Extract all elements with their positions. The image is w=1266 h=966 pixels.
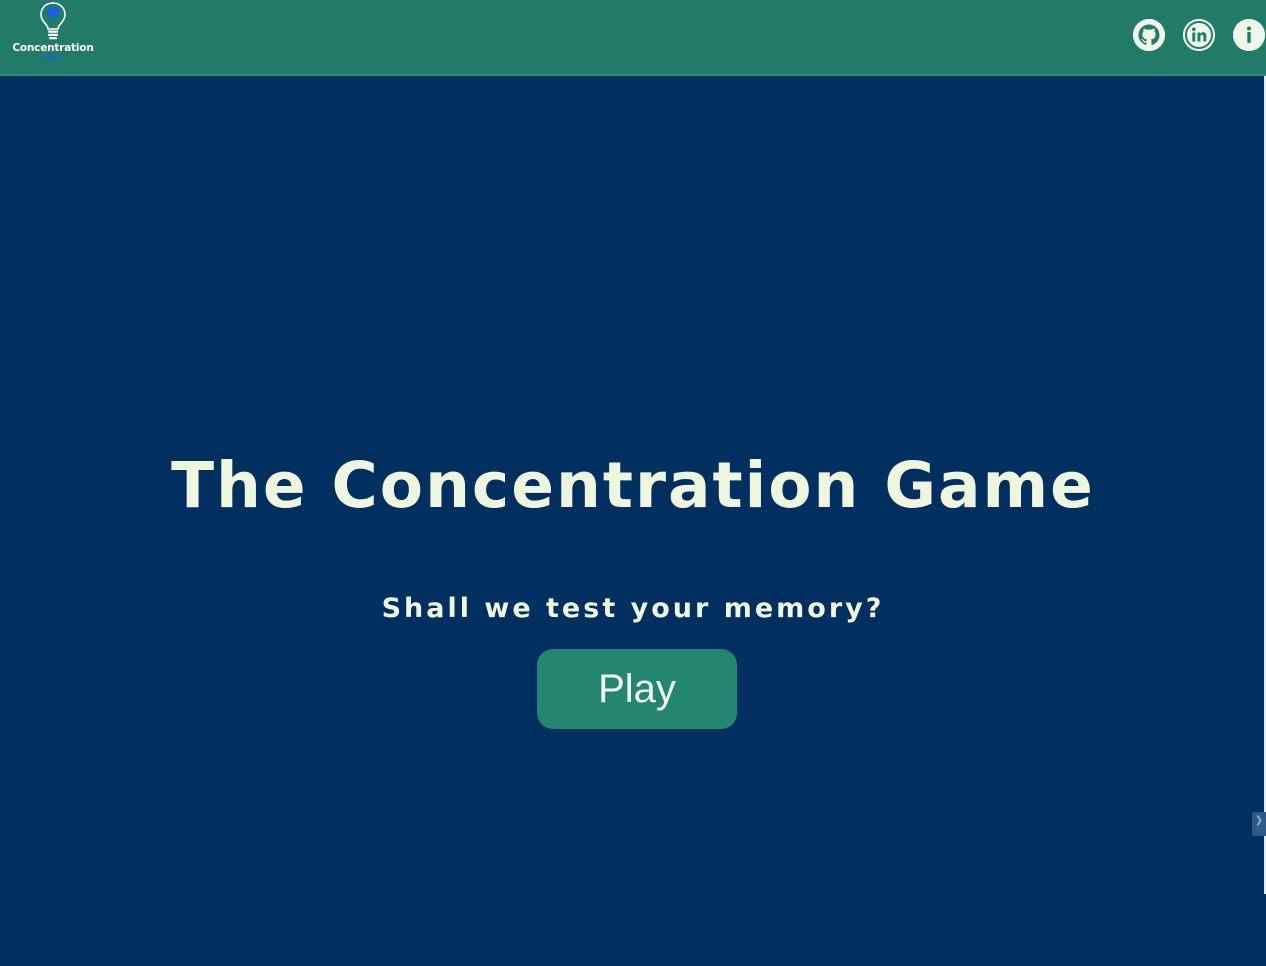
info-icon [1233, 19, 1265, 51]
linkedin-icon [1183, 19, 1215, 51]
github-link[interactable] [1133, 19, 1165, 51]
game-subtitle: Shall we test your memory? [381, 593, 885, 624]
game-title: The Concentration Game [171, 449, 1095, 522]
github-icon [1133, 19, 1165, 51]
logo-subtitle: Game [43, 54, 63, 61]
play-button[interactable]: Play [537, 649, 737, 729]
logo[interactable]: Concentration Game [10, 2, 96, 66]
linkedin-link[interactable] [1183, 19, 1215, 51]
top-navbar: Concentration Game [0, 0, 1266, 76]
lightbulb-brain-icon [40, 2, 66, 40]
logo-title: Concentration [12, 42, 94, 54]
side-panel-toggle[interactable]: ❯ [1252, 812, 1266, 836]
info-link[interactable] [1233, 19, 1265, 51]
